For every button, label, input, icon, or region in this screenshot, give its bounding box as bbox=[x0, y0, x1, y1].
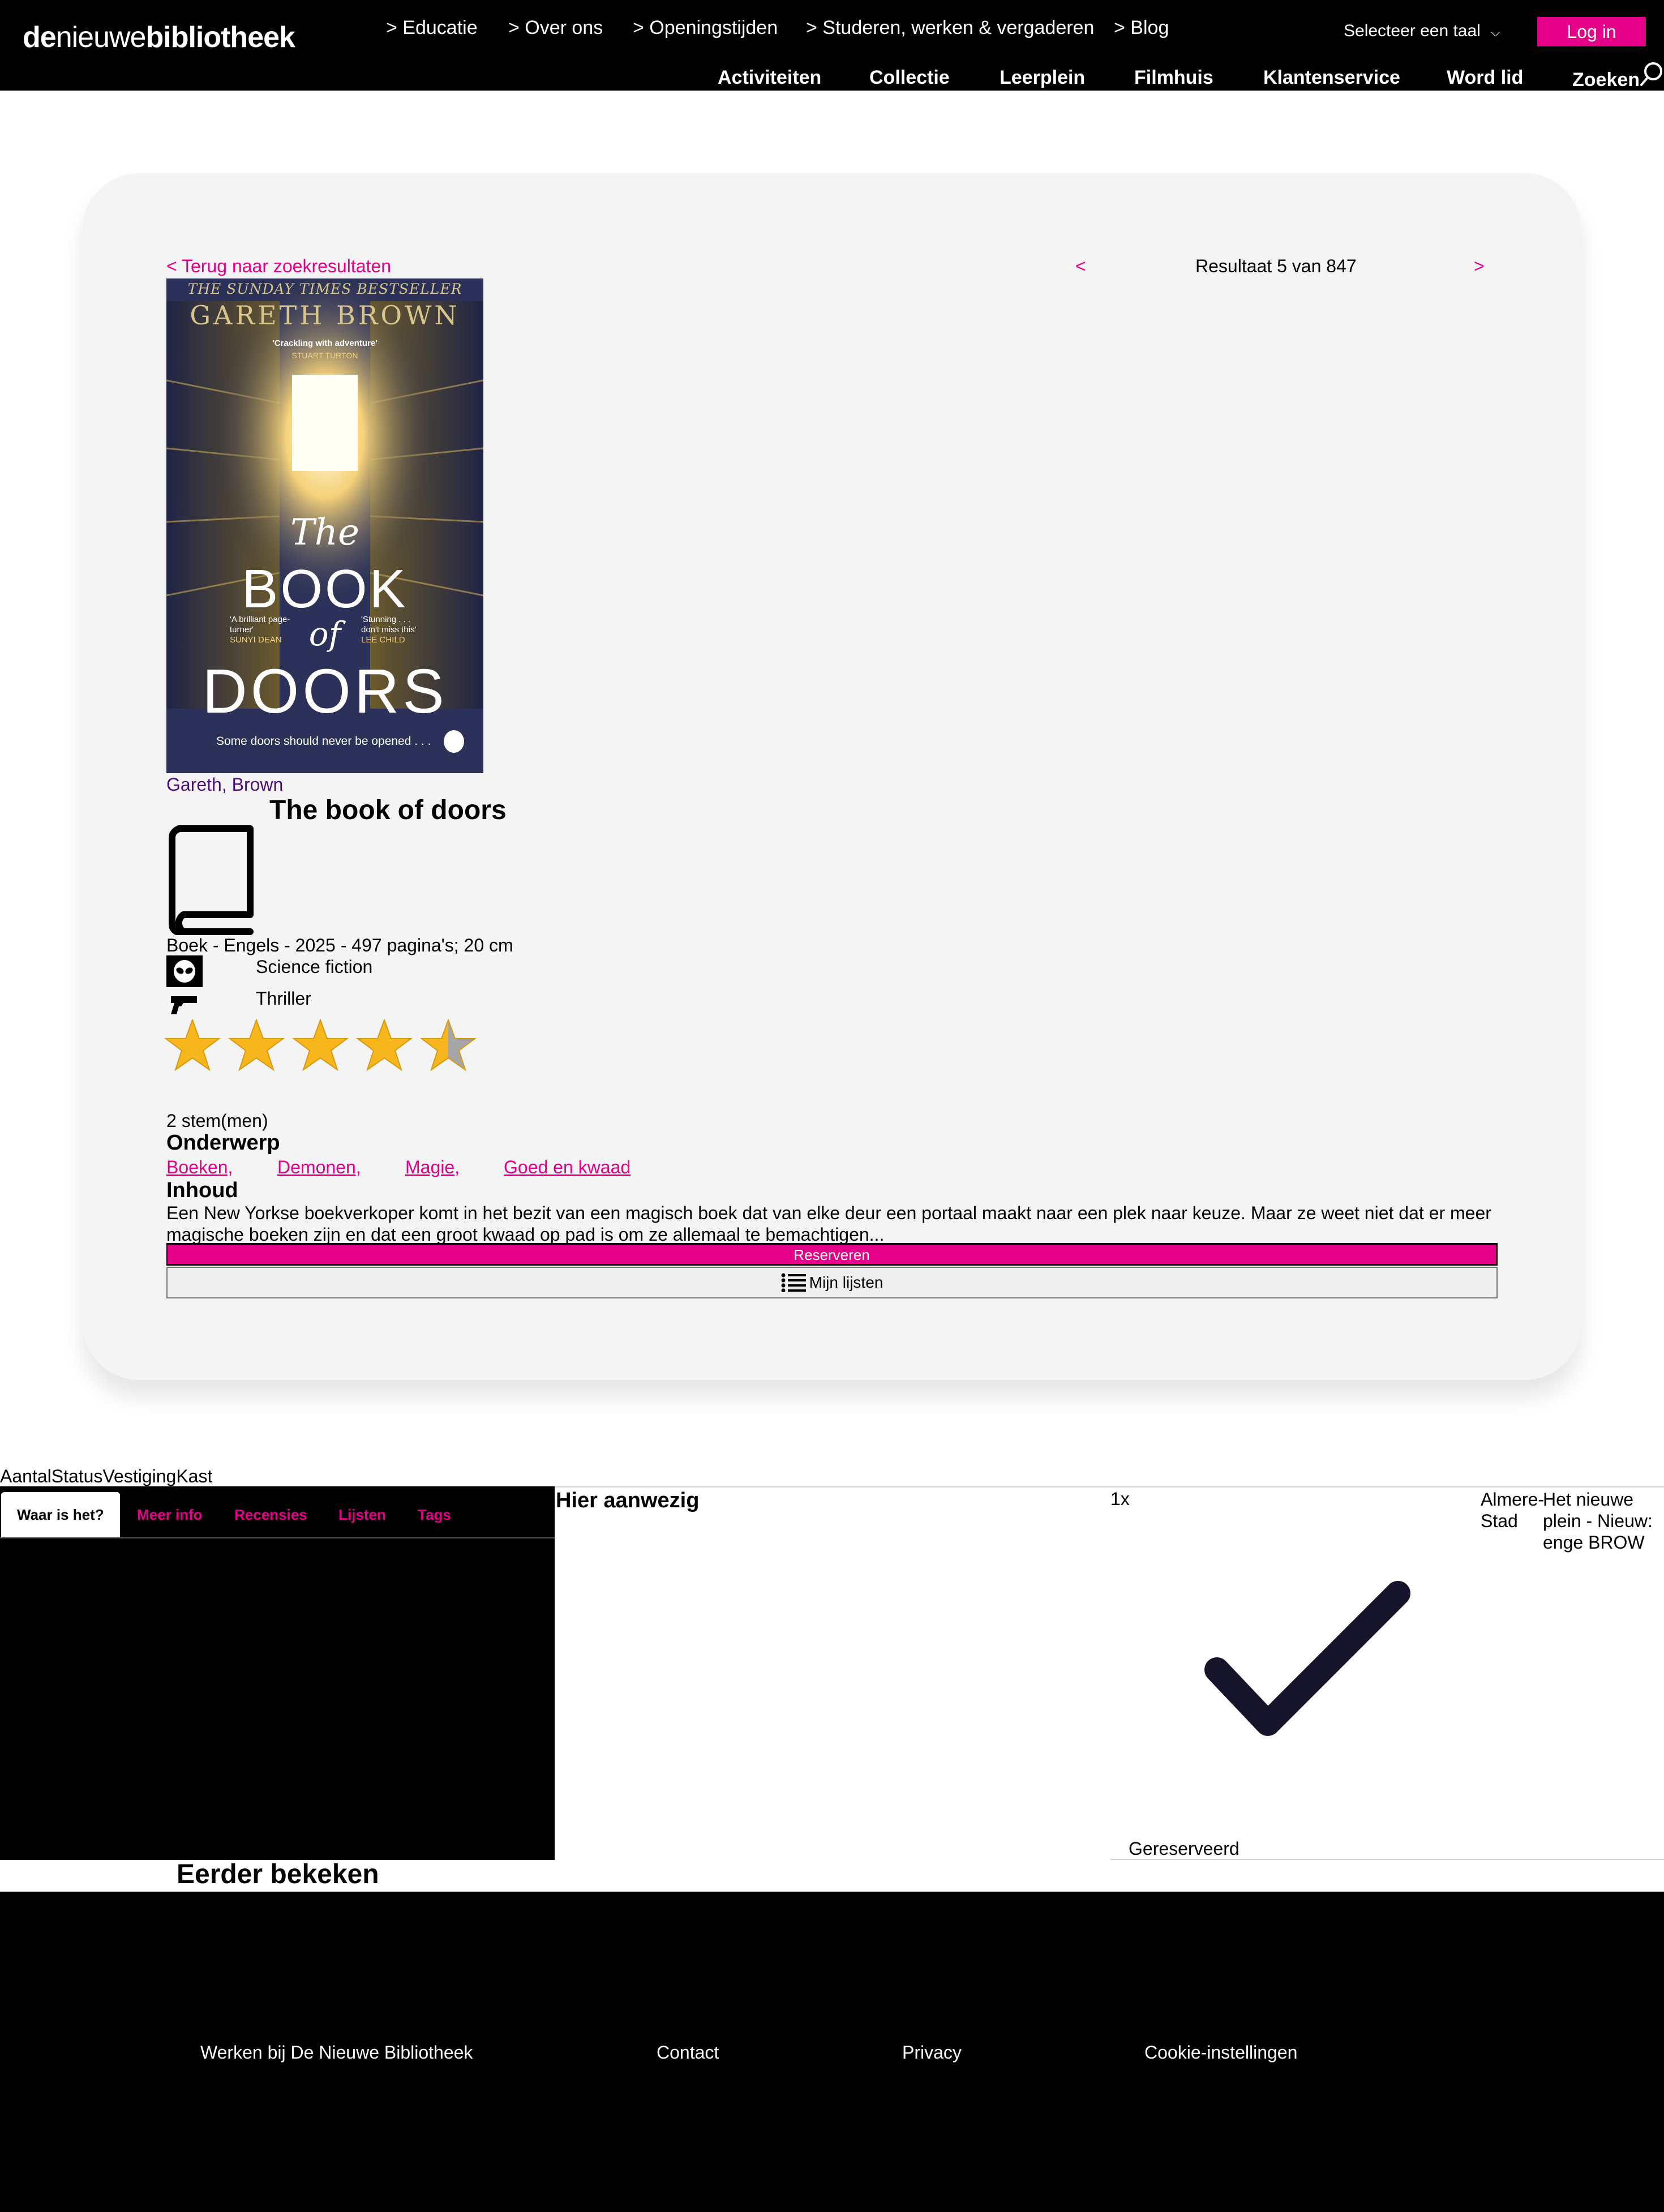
divider bbox=[1110, 1859, 1664, 1860]
gun-icon bbox=[171, 996, 197, 1014]
topnav-studeren[interactable]: > Studeren, werken & vergaderen bbox=[806, 17, 1094, 39]
cover-title-the: The bbox=[290, 512, 359, 554]
topnav-over-ons[interactable]: > Over ons bbox=[508, 17, 603, 39]
site-logo[interactable]: denieuwebibliotheek bbox=[23, 20, 295, 54]
back-to-results-link[interactable]: < Terug naar zoekresultaten bbox=[166, 256, 391, 277]
tab-meer-info[interactable]: Meer info bbox=[121, 1492, 218, 1537]
content-heading: Inhoud bbox=[166, 1178, 238, 1202]
genre-label: Science fiction bbox=[256, 957, 373, 977]
checkmark-icon bbox=[1204, 1581, 1410, 1736]
book-summary: Een New Yorkse boekverkoper komt in het … bbox=[166, 1203, 1491, 1245]
footer-link-privacy[interactable]: Privacy bbox=[902, 2042, 962, 2063]
cover-tagline: Some doors should never be opened . . . bbox=[216, 735, 431, 748]
star-icon bbox=[356, 1018, 413, 1071]
cover-title-book: BOOK bbox=[242, 559, 408, 619]
cover-title-doors: DOORS bbox=[202, 657, 448, 726]
column-header: Status bbox=[51, 1466, 103, 1486]
column-header: Vestiging bbox=[102, 1466, 177, 1486]
chevron-down-icon: ⌵ bbox=[1490, 25, 1500, 39]
my-lists-button[interactable]: Mijn lijsten bbox=[166, 1267, 1498, 1298]
vote-count: 2 stem(men) bbox=[166, 1111, 268, 1131]
login-button[interactable]: Log in bbox=[1537, 17, 1646, 46]
book-title: The book of doors bbox=[269, 795, 507, 825]
mainnav-klantenservice[interactable]: Klantenservice bbox=[1263, 67, 1400, 89]
availability-shelf: Het nieuwe plein - Nieuw: enge BROW bbox=[1543, 1489, 1653, 1553]
star-icon bbox=[292, 1018, 349, 1071]
next-result-button[interactable]: > bbox=[1474, 256, 1485, 277]
tab-panel bbox=[0, 1486, 555, 1860]
author-link[interactable]: Gareth, Brown bbox=[166, 774, 283, 795]
topnav-educatie[interactable]: > Educatie bbox=[386, 17, 478, 39]
mainnav-word-lid[interactable]: Word lid bbox=[1447, 67, 1523, 89]
column-header: Aantal bbox=[0, 1466, 52, 1486]
availability-status: Hier aanwezig bbox=[556, 1489, 700, 1512]
reserve-button[interactable]: Reserveren bbox=[166, 1243, 1498, 1266]
list-icon bbox=[781, 1273, 806, 1292]
book-meta: Boek - Engels - 2025 - 497 pagina's; 20 … bbox=[166, 935, 513, 955]
cover-author: GARETH BROWN bbox=[190, 300, 460, 331]
footer-link-werken[interactable]: Werken bij De Nieuwe Bibliotheek bbox=[200, 2042, 473, 2063]
tab-lijsten[interactable]: Lijsten bbox=[323, 1492, 402, 1537]
recently-viewed-heading: Eerder bekeken bbox=[177, 1859, 379, 1889]
star-icon bbox=[228, 1018, 285, 1071]
mainnav-leerplein[interactable]: Leerplein bbox=[1000, 67, 1085, 89]
cover-quote-right: 'Stunning . . . don't miss this' LEE CHIL… bbox=[361, 615, 417, 645]
book-cover-image: THE SUNDAY TIMES BESTSELLER GARETH BROWN… bbox=[166, 278, 483, 773]
footer-link-cookies[interactable]: Cookie-instellingen bbox=[1144, 2042, 1297, 2063]
language-select[interactable]: Selecteer een taal ⌵ bbox=[1344, 22, 1500, 41]
book-icon bbox=[169, 825, 254, 935]
reserved-status: Gereserveerd bbox=[1129, 1838, 1240, 1859]
mainnav-activiteiten[interactable]: Activiteiten bbox=[718, 67, 821, 89]
topnav-blog[interactable]: > Blog bbox=[1114, 17, 1169, 39]
alien-icon bbox=[166, 955, 203, 987]
subject-tag[interactable]: Boeken, bbox=[166, 1157, 233, 1178]
cover-bestseller: THE SUNDAY TIMES BESTSELLER bbox=[187, 281, 462, 297]
availability-quantity: 1x bbox=[1110, 1489, 1130, 1509]
tab-recensies[interactable]: Recensies bbox=[218, 1492, 323, 1537]
subject-tag[interactable]: Goed en kwaad bbox=[504, 1157, 631, 1178]
subject-heading: Onderwerp bbox=[166, 1131, 280, 1155]
mainnav-zoeken[interactable]: Zoeken bbox=[1572, 69, 1640, 91]
footer-link-contact[interactable]: Contact bbox=[657, 2042, 719, 2063]
cover-quote-top: 'Crackling with adventure' bbox=[272, 338, 378, 348]
topnav-openingstijden[interactable]: > Openingstijden bbox=[633, 17, 778, 39]
cover-quote-left: 'A brilliant page-turner' SUNYI DEAN bbox=[230, 615, 290, 645]
column-header: Kast bbox=[176, 1466, 213, 1486]
cover-quote-top-by: STUART TURTON bbox=[291, 351, 358, 360]
star-icon bbox=[164, 1018, 221, 1071]
subject-tag[interactable]: Magie, bbox=[405, 1157, 460, 1178]
star-icon bbox=[420, 1018, 477, 1071]
penguin-logo bbox=[444, 730, 464, 753]
cover-title-of: of bbox=[308, 615, 341, 653]
tab-tags[interactable]: Tags bbox=[402, 1492, 467, 1537]
previous-result-button[interactable]: < bbox=[1075, 256, 1086, 277]
availability-column-headers: AantalStatusVestigingKast bbox=[0, 1466, 212, 1487]
mainnav-collectie[interactable]: Collectie bbox=[869, 67, 950, 89]
mainnav-filmhuis[interactable]: Filmhuis bbox=[1134, 67, 1213, 89]
genre-label: Thriller bbox=[256, 988, 311, 1009]
availability-branch: Almere-Stad bbox=[1481, 1489, 1545, 1531]
tab-waar-is-het[interactable]: Waar is het? bbox=[1, 1492, 120, 1537]
search-icon[interactable] bbox=[1640, 61, 1664, 87]
result-counter: Resultaat 5 van 847 bbox=[1195, 256, 1357, 276]
subject-tag[interactable]: Demonen, bbox=[277, 1157, 361, 1178]
